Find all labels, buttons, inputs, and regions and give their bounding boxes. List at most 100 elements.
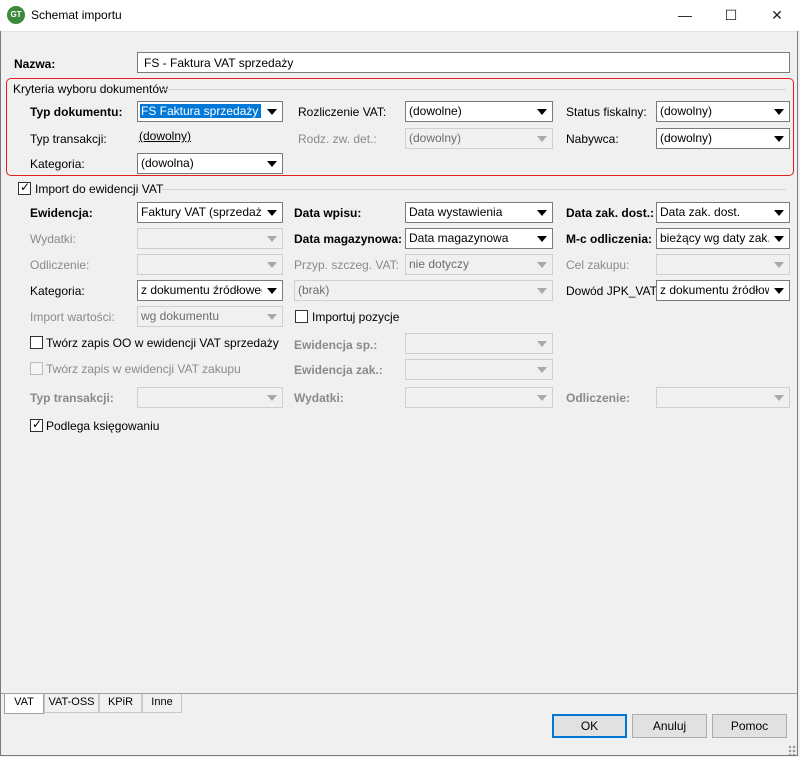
przyp-szczeg-vat-select: nie dotyczy (405, 254, 553, 275)
kategoria-vat-value: z dokumentu źródłowego (141, 283, 262, 297)
dowod-jpk-vat-select[interactable]: z dokumentu źródłowego (656, 280, 790, 301)
app-icon: GT (7, 6, 25, 24)
nabywca-select[interactable]: (dowolny) (656, 128, 790, 149)
kategoria-vat-label: Kategoria: (30, 284, 85, 298)
import-vat-label: Import do ewidencji VAT (35, 182, 164, 196)
data-wpisu-label: Data wpisu: (294, 206, 362, 220)
wydatki-select (137, 228, 283, 249)
chevron-down-icon (267, 262, 277, 268)
import-wartosci-value: wg dokumentu (141, 309, 220, 323)
import-wartosci-label: Import wartości: (30, 310, 115, 324)
tworz-zapis-oo-label: Twórz zapis OO w ewidencji VAT sprzedaży (46, 336, 279, 350)
kategoria-label: Kategoria: (30, 157, 85, 171)
typ-transakcji-vat-label: Typ transakcji: (30, 391, 114, 405)
kryteria-group-title: Kryteria wyboru dokumentów (13, 82, 168, 96)
nazwa-label: Nazwa: (14, 57, 56, 71)
chevron-down-icon (267, 109, 277, 115)
tab-kpir[interactable]: KPiR (99, 694, 142, 713)
maximize-button[interactable]: ☐ (708, 0, 754, 31)
odliczenie-label: Odliczenie: (30, 258, 90, 272)
chevron-down-icon (774, 395, 784, 401)
chevron-down-icon (774, 136, 784, 142)
rozliczenie-vat-select[interactable]: (dowolne) (405, 101, 553, 122)
rozliczenie-vat-label: Rozliczenie VAT: (298, 105, 387, 119)
window-title: Schemat importu (31, 8, 122, 22)
status-fiskalny-label: Status fiskalny: (566, 105, 647, 119)
chevron-down-icon (774, 288, 784, 294)
status-fiskalny-select[interactable]: (dowolny) (656, 101, 790, 122)
chevron-down-icon (537, 136, 547, 142)
typ-transakcji-label: Typ transakcji: (30, 132, 107, 146)
resize-grip-icon[interactable] (788, 745, 798, 755)
typ-transakcji-link[interactable]: (dowolny) (139, 129, 191, 143)
dowod-jpk-vat-value: z dokumentu źródłowego (660, 283, 769, 297)
typ-dokumentu-select[interactable]: FS Faktura sprzedaży (137, 101, 283, 122)
chevron-down-icon (267, 210, 277, 216)
data-zak-dost-value: Data zak. dost. (660, 205, 741, 219)
ok-button[interactable]: OK (552, 714, 627, 738)
mc-odliczenia-select[interactable]: bieżący wg daty zak. do (656, 228, 790, 249)
kategoria-detail-select: (brak) (294, 280, 553, 301)
cel-zakupu-select (656, 254, 790, 275)
mc-odliczenia-label: M-c odliczenia: (566, 232, 653, 246)
tworz-zapis-zakupu-label: Twórz zapis w ewidencji VAT zakupu (46, 362, 241, 376)
chevron-down-icon (537, 288, 547, 294)
wydatki-label: Wydatki: (30, 232, 76, 246)
nazwa-input[interactable]: FS - Faktura VAT sprzedaży (137, 52, 790, 73)
importuj-pozycje-label: Importuj pozycje (312, 310, 400, 324)
data-wpisu-value: Data wystawienia (409, 205, 503, 219)
odliczenie-select (137, 254, 283, 275)
rozliczenie-vat-value: (dowolne) (409, 104, 462, 118)
chevron-down-icon (774, 210, 784, 216)
import-wartosci-select: wg dokumentu (137, 306, 283, 327)
typ-dokumentu-value: FS Faktura sprzedaży (140, 104, 262, 118)
wydatki-2-label: Wydatki: (294, 391, 344, 405)
odliczenie-2-select (656, 387, 790, 408)
chevron-down-icon (537, 341, 547, 347)
kategoria-select[interactable]: (dowolna) (137, 153, 283, 174)
dowod-jpk-vat-label: Dowód JPK_VAT: (566, 284, 659, 298)
chevron-down-icon (267, 314, 277, 320)
tworz-zapis-oo-checkbox[interactable] (30, 336, 43, 349)
kryteria-divider (162, 89, 786, 90)
tab-vat[interactable]: VAT (4, 694, 44, 714)
data-magazynowa-label: Data magazynowa: (294, 232, 403, 246)
kategoria-value: (dowolna) (141, 156, 194, 170)
data-zak-dost-select[interactable]: Data zak. dost. (656, 202, 790, 223)
nabywca-value: (dowolny) (660, 131, 713, 145)
podlega-ksiegowaniu-checkbox[interactable] (30, 417, 43, 432)
minimize-button[interactable]: — (662, 0, 708, 31)
chevron-down-icon (537, 109, 547, 115)
tworz-zapis-zakupu-checkbox (30, 362, 43, 375)
kategoria-detail-value: (brak) (298, 283, 330, 297)
kategoria-vat-select[interactable]: z dokumentu źródłowego (137, 280, 283, 301)
cancel-button[interactable]: Anuluj (632, 714, 707, 738)
chevron-down-icon (774, 109, 784, 115)
import-vat-checkbox[interactable] (18, 180, 31, 195)
podlega-ksiegowaniu-label: Podlega księgowaniu (46, 419, 160, 433)
ewidencja-zak-select (405, 359, 553, 380)
importuj-pozycje-checkbox[interactable] (295, 310, 308, 323)
chevron-down-icon (267, 236, 277, 242)
ewidencja-select[interactable]: Faktury VAT (sprzedaż) (137, 202, 283, 223)
tab-inne[interactable]: Inne (142, 694, 182, 713)
chevron-down-icon (774, 236, 784, 242)
cel-zakupu-label: Cel zakupu: (566, 258, 630, 272)
data-wpisu-select[interactable]: Data wystawienia (405, 202, 553, 223)
chevron-down-icon (537, 236, 547, 242)
data-magazynowa-value: Data magazynowa (409, 231, 509, 245)
nabywca-label: Nabywca: (566, 132, 619, 146)
wydatki-2-select (405, 387, 553, 408)
odliczenie-2-label: Odliczenie: (566, 391, 631, 405)
chevron-down-icon (537, 262, 547, 268)
chevron-down-icon (267, 288, 277, 294)
help-button[interactable]: Pomoc (712, 714, 787, 738)
close-button[interactable]: ✕ (754, 0, 800, 31)
data-magazynowa-select[interactable]: Data magazynowa (405, 228, 553, 249)
mc-odliczenia-value: bieżący wg daty zak. do (660, 231, 769, 245)
typ-transakcji-vat-select (137, 387, 283, 408)
chevron-down-icon (537, 367, 547, 373)
tab-vat-oss[interactable]: VAT-OSS (44, 694, 99, 713)
ewidencja-value: Faktury VAT (sprzedaż) (141, 205, 262, 219)
ewidencja-sp-select (405, 333, 553, 354)
